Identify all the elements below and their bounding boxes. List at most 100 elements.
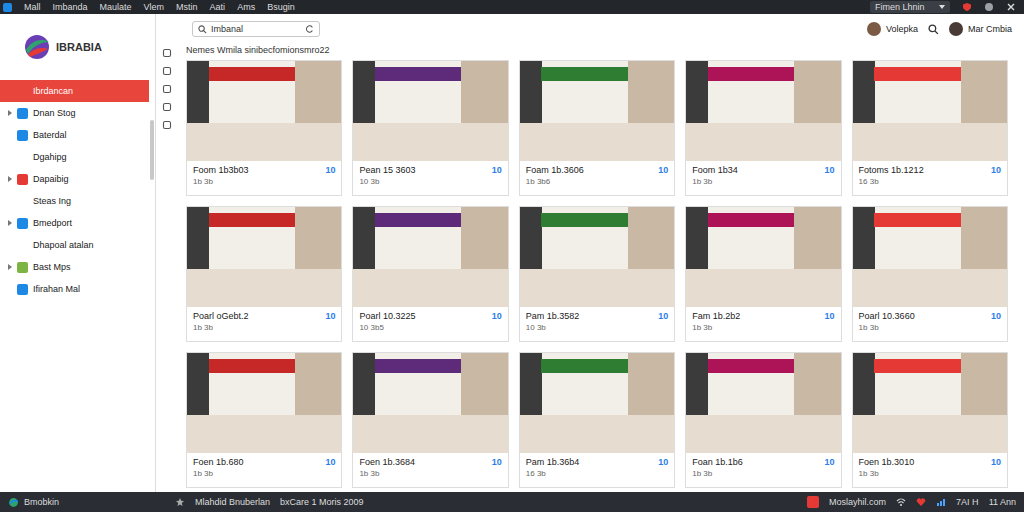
store-card[interactable]: Foom 1b3b031b 3b10 [186,60,342,196]
store-card[interactable]: Foam 1b.36061b 3b610 [519,60,675,196]
card-subtitle: 1b 3b [692,323,740,332]
expand-arrow-icon[interactable] [8,176,12,182]
card-subtitle: 1b 3b [359,469,415,478]
folder-icon [17,130,28,141]
card-subtitle: 1b 3b [859,323,915,332]
store-photo [353,353,507,453]
card-title: Fam 1b.2b2 [692,311,740,321]
store-card[interactable]: Poarl oGebt.21b 3b10 [186,206,342,342]
header: Imbanal Volepka Mar Cmbia [156,14,1024,44]
sidebar-item[interactable]: Ibrdancan [0,80,149,102]
star-icon[interactable] [175,497,185,507]
avatar-icon [949,22,963,36]
card-badge: 10 [492,165,502,175]
avatar-icon [867,22,881,36]
expand-arrow-icon[interactable] [8,132,12,138]
store-card[interactable]: Foen 1b.36841b 3b10 [352,352,508,488]
menu-bar: Mall Imbanda Maulate Vlem Mstin Aati Ams Bsugin… [0,0,1024,14]
status-bar: BmobkinMlahdid BnuberlanbxCare 1 Moris 2… [0,492,1024,512]
account-dropdown[interactable]: Fimen Lhnin [870,1,950,13]
refresh-icon[interactable] [306,25,314,33]
store-card[interactable]: Pam 1b.358210 3b10 [519,206,675,342]
store-photo [187,353,341,453]
app-icon[interactable] [3,3,12,12]
expand-arrow-icon[interactable] [8,264,12,270]
card-subtitle: 1b 3b [692,177,738,186]
menu-item[interactable]: Imbanda [53,2,88,12]
sidebar-item[interactable]: Bast Mps [0,256,149,278]
card-subtitle: 1b 3b [193,469,244,478]
card-badge: 10 [658,311,668,321]
tool-icon[interactable] [162,102,172,112]
tool-strip [156,44,178,492]
gallery: Nemes Wmila sinibecfomionsmro22Foom 1b3b… [178,44,1024,492]
tool-icon[interactable] [162,84,172,94]
expand-arrow-icon[interactable] [8,110,12,116]
store-card[interactable]: Fam 1b.2b2 1b 3b 10 [685,206,841,342]
network-icon[interactable] [936,497,946,507]
card-title: Fotoms 1b.1212 [859,165,924,175]
tool-icon[interactable] [162,120,172,130]
folder-icon [17,284,28,295]
sidebar-item[interactable]: Baterdal [0,124,149,146]
store-card[interactable]: Poarl 10.36601b 3b10 [852,206,1008,342]
search-field[interactable]: Imbanal [192,21,320,37]
expand-arrow-icon[interactable] [8,242,12,248]
sidebar-item[interactable]: Steas Ing [0,190,149,212]
user-chip[interactable]: Volepka [867,22,918,36]
heart-icon[interactable] [916,497,926,507]
menu-item[interactable]: Ams [237,2,255,12]
sidebar-item[interactable]: Dgahipg [0,146,149,168]
store-card[interactable]: Foan 1b.1b61b 3b10 [685,352,841,488]
search-icon[interactable] [928,24,939,35]
store-card[interactable]: Pam 1b.36b416 3b10 [519,352,675,488]
card-subtitle: 1b 3b [859,469,915,478]
close-icon[interactable] [1006,2,1016,12]
store-card[interactable]: Foom 1b341b 3b10 [685,60,841,196]
menu-item[interactable]: Bsugin [267,2,295,12]
menu-item[interactable]: Mstin [176,2,198,12]
scrollbar[interactable] [150,120,154,180]
store-photo [686,353,840,453]
store-photo [353,61,507,161]
store-card[interactable]: Foen 1b.6801b 3b10 [186,352,342,488]
store-photo [520,353,674,453]
card-badge: 10 [658,165,668,175]
wifi-icon[interactable] [896,497,906,507]
sidebar: IBRABIAIbrdancanDnan StogBaterdalDgahipg… [0,14,156,492]
menu-item[interactable]: Aati [210,2,226,12]
shield-icon[interactable] [962,2,972,12]
card-title: Foen 1b.3684 [359,457,415,467]
folder-icon [17,108,28,119]
expand-arrow-icon[interactable] [8,198,12,204]
tool-icon[interactable] [162,66,172,76]
store-card[interactable]: Poarl 10.322510 3b510 [352,206,508,342]
card-title: Pam 1b.3582 [526,311,580,321]
card-badge: 10 [825,311,835,321]
sidebar-item[interactable]: Ifirahan Mal [0,278,149,300]
card-subtitle: 1b 3b [692,469,743,478]
card-title: Pean 15 3603 [359,165,415,175]
store-photo [520,207,674,307]
expand-arrow-icon[interactable] [8,286,12,292]
sidebar-item[interactable]: Bmedport [0,212,149,234]
bell-icon[interactable] [984,2,994,12]
expand-arrow-icon[interactable] [8,220,12,226]
tool-icon[interactable] [162,48,172,58]
menu-item[interactable]: Vlem [144,2,165,12]
sidebar-item[interactable]: Dapaibig [0,168,149,190]
menu-item[interactable]: Maulate [100,2,132,12]
store-photo [853,61,1007,161]
store-card[interactable]: Fotoms 1b.121216 3b10 [852,60,1008,196]
sidebar-item[interactable]: Dhapoal atalan [0,234,149,256]
card-subtitle: 16 3b [526,469,580,478]
store-card[interactable]: Foen 1b.30101b 3b10 [852,352,1008,488]
expand-arrow-icon[interactable] [8,88,12,94]
expand-arrow-icon[interactable] [8,154,12,160]
app-icon[interactable] [807,496,819,508]
user-chip[interactable]: Mar Cmbia [949,22,1012,36]
menu-item[interactable]: Mall [24,2,41,12]
logo[interactable]: IBRABIA [0,14,155,80]
store-card[interactable]: Pean 15 360310 3b10 [352,60,508,196]
sidebar-item[interactable]: Dnan Stog [0,102,149,124]
